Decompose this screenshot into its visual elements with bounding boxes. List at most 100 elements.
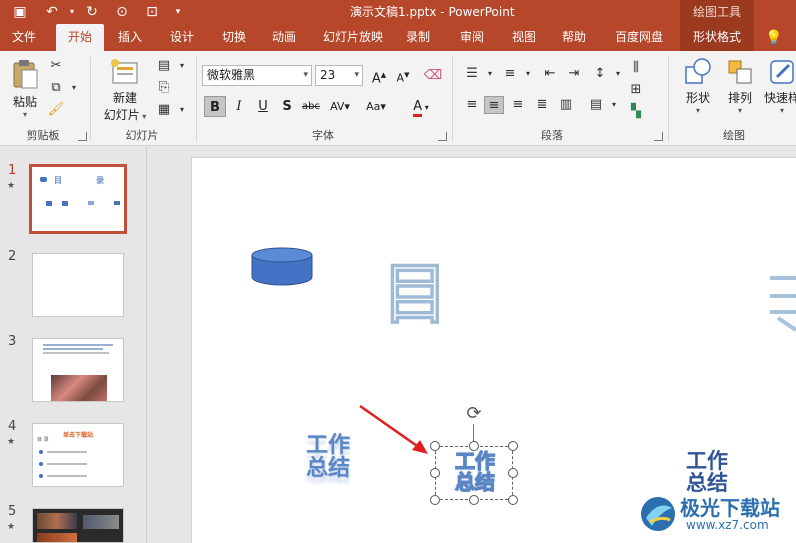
slide-thumbnail-3[interactable] xyxy=(32,338,124,402)
smartart-icon[interactable]: ▚ xyxy=(626,103,646,121)
change-case-button[interactable]: Aa▾ xyxy=(362,96,390,117)
selection-box[interactable]: 工作 总结 xyxy=(435,446,513,500)
line-spacing-dropdown-icon[interactable]: ▾ xyxy=(608,65,628,83)
columns-dropdown-icon[interactable]: ▾ xyxy=(604,96,624,114)
tell-me-bulb-icon[interactable]: 💡 xyxy=(764,28,784,48)
bullets-dropdown-icon[interactable]: ▾ xyxy=(480,65,500,83)
increase-indent-icon[interactable]: ⇥ xyxy=(564,65,584,83)
wordart-text: 工作 总结 xyxy=(686,449,728,496)
title-text-lu-partial[interactable] xyxy=(768,272,796,332)
align-center-icon[interactable]: ≡ xyxy=(484,96,504,114)
resize-handle-w[interactable] xyxy=(430,468,440,478)
tab-animations[interactable]: 动画 xyxy=(262,24,306,51)
resize-handle-s[interactable] xyxy=(469,495,479,505)
slide-thumbnail-5[interactable] xyxy=(32,508,124,543)
font-color-button[interactable]: A ▾ xyxy=(406,96,436,117)
reset-icon[interactable]: ⎘ xyxy=(154,79,174,97)
quick-styles-button[interactable]: 快速样 ▾ xyxy=(762,57,796,115)
watermark-url: www.xz7.com xyxy=(686,518,769,532)
print-preview-icon[interactable]: ⊡ xyxy=(142,2,162,22)
line-spacing-icon[interactable]: ↕ xyxy=(590,65,610,83)
undo-dropdown-icon[interactable]: ▾ xyxy=(62,2,82,22)
resize-handle-sw[interactable] xyxy=(430,495,440,505)
thumb-bullet xyxy=(39,462,43,466)
clear-format-icon[interactable]: ⌫ xyxy=(422,65,444,86)
shadow-button[interactable]: S xyxy=(276,96,298,117)
save-icon[interactable]: ▣ xyxy=(10,2,30,22)
wordart-gongzuo-zongjie-1[interactable]: 工作 总结 xyxy=(306,434,350,480)
redo-icon[interactable]: ↻ xyxy=(82,2,102,22)
thumb-text-line xyxy=(43,348,103,350)
present-from-start-icon[interactable]: ⊙ xyxy=(112,2,132,22)
numbering-icon[interactable]: ≡ xyxy=(500,65,520,83)
decrease-indent-icon[interactable]: ⇤ xyxy=(540,65,560,83)
align-right-icon[interactable]: ≡ xyxy=(508,96,528,114)
columns-icon[interactable]: ▤ xyxy=(586,96,606,114)
tab-insert[interactable]: 插入 xyxy=(108,24,152,51)
rotate-handle-icon[interactable]: ⟳ xyxy=(464,404,484,424)
underline-button[interactable]: U xyxy=(252,96,274,117)
new-slide-button[interactable]: 新建 幻灯片 ▾ xyxy=(98,57,152,123)
text-direction-icon[interactable]: ⫼ xyxy=(626,59,646,77)
resize-handle-n[interactable] xyxy=(469,441,479,451)
resize-handle-ne[interactable] xyxy=(508,441,518,451)
section-icon[interactable]: ▦ xyxy=(154,101,174,119)
resize-handle-e[interactable] xyxy=(508,468,518,478)
tab-review[interactable]: 审阅 xyxy=(450,24,494,51)
char-spacing-button[interactable]: AV▾ xyxy=(326,96,354,117)
tab-file[interactable]: 文件 xyxy=(4,24,44,51)
tab-design[interactable]: 设计 xyxy=(160,24,204,51)
tab-transitions[interactable]: 切换 xyxy=(212,24,256,51)
tab-baidu-netdisk[interactable]: 百度网盘 xyxy=(606,24,672,51)
arrange-button[interactable]: 排列 ▾ xyxy=(720,57,760,115)
thumb-bullet xyxy=(39,474,43,478)
resize-handle-se[interactable] xyxy=(508,495,518,505)
paragraph-launcher-icon[interactable] xyxy=(654,132,663,141)
undo-icon[interactable]: ↶ xyxy=(42,2,62,22)
increase-font-icon[interactable]: A▲ xyxy=(368,65,390,86)
align-text-icon[interactable]: ⊞ xyxy=(626,81,646,99)
customize-toolbar-icon[interactable]: ▾ xyxy=(168,2,188,22)
bullets-icon[interactable]: ☰ xyxy=(462,65,482,83)
numbering-dropdown-icon[interactable]: ▾ xyxy=(518,65,538,83)
cut-icon[interactable]: ✂ xyxy=(46,57,66,75)
wordart-gongzuo-zongjie-3[interactable]: 工作 总结 xyxy=(686,450,728,494)
distributed-icon[interactable]: ▥ xyxy=(556,96,576,114)
current-slide[interactable]: 目 工作 总结 工作 总结 ⟳ 工作 总结 xyxy=(191,157,796,543)
tab-view[interactable]: 视图 xyxy=(502,24,546,51)
tab-shape-format[interactable]: 形状格式 xyxy=(680,24,754,51)
tab-help[interactable]: 帮助 xyxy=(554,24,594,51)
wordart-gongzuo-zongjie-2[interactable]: 工作 总结 xyxy=(446,450,504,493)
font-size-combo[interactable]: 23 ▾ xyxy=(315,65,363,86)
layout-icon[interactable]: ▤ xyxy=(154,57,174,75)
format-painter-icon[interactable]: 🖌 xyxy=(46,101,66,119)
animation-star-icon: ★ xyxy=(7,437,16,447)
font-name-combo[interactable]: 微软雅黑 ▾ xyxy=(202,65,312,86)
paste-button[interactable]: 粘贴 ▾ xyxy=(6,57,44,119)
slides-thumbnail-pane[interactable]: 1 ★ 目 录 2 3 4 ★ 单击下载站 目 录 5 ★ xyxy=(0,147,147,543)
tab-slideshow[interactable]: 幻灯片放映 xyxy=(316,24,390,51)
layout-dropdown-icon[interactable]: ▾ xyxy=(172,57,192,75)
justify-icon[interactable]: ≣ xyxy=(532,96,552,114)
thumb-wordart xyxy=(46,201,52,206)
copy-icon[interactable]: ⧉ xyxy=(46,79,66,97)
slide-thumbnail-4[interactable]: 单击下载站 目 录 xyxy=(32,423,124,487)
font-group-label: 字体 xyxy=(312,129,334,142)
italic-button[interactable]: I xyxy=(228,96,250,117)
strikethrough-button[interactable]: abc xyxy=(300,96,322,117)
clipboard-launcher-icon[interactable] xyxy=(78,132,87,141)
bold-button[interactable]: B xyxy=(204,96,226,117)
copy-dropdown-icon[interactable]: ▾ xyxy=(64,79,84,97)
ribbon: 粘贴 ▾ ✂ ⧉ ▾ 🖌 剪贴板 新建 幻灯片 ▾ ▤ ▾ ⎘ ▦ ▾ 幻灯片 … xyxy=(0,51,796,146)
tab-record[interactable]: 录制 xyxy=(398,24,438,51)
tab-home[interactable]: 开始 xyxy=(56,24,104,51)
slide-thumbnail-1[interactable]: 目 录 xyxy=(29,164,127,234)
section-dropdown-icon[interactable]: ▾ xyxy=(172,101,192,119)
align-left-icon[interactable]: ≡ xyxy=(462,96,482,114)
slide-thumbnail-2[interactable] xyxy=(32,253,124,317)
cylinder-shape[interactable] xyxy=(250,247,314,287)
font-launcher-icon[interactable] xyxy=(438,132,447,141)
shapes-button[interactable]: 形状 ▾ xyxy=(676,57,720,115)
title-text-mu[interactable]: 目 xyxy=(381,255,448,334)
decrease-font-icon[interactable]: A▼ xyxy=(392,65,414,86)
